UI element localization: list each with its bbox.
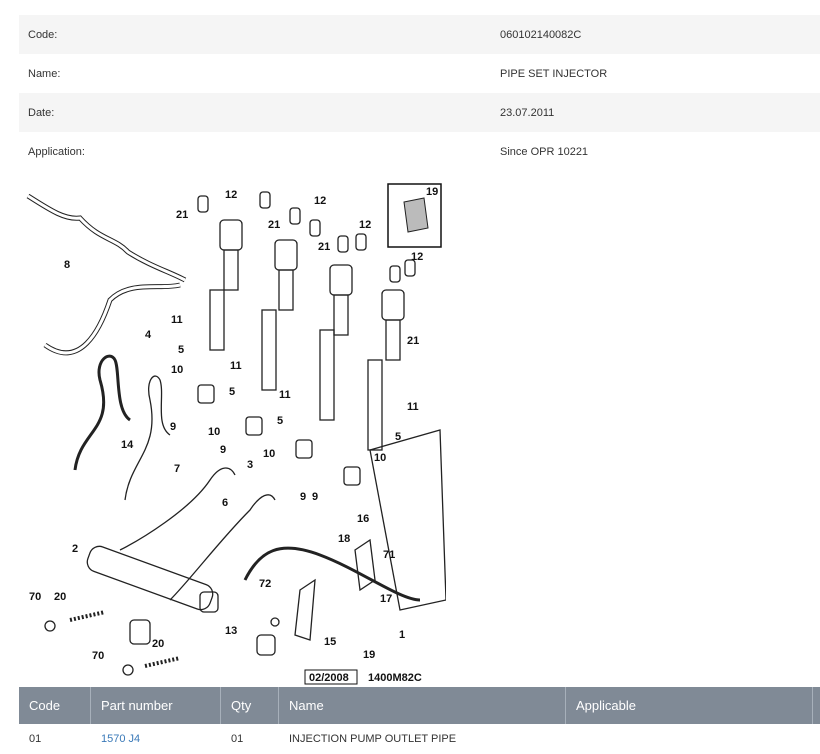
inset-callout: 19: [426, 186, 438, 198]
info-value: 23.07.2011: [500, 106, 555, 119]
callout: 9: [312, 491, 318, 503]
callout: 14: [121, 439, 134, 451]
callout: 21: [176, 209, 188, 221]
diagram-ref-date: 02/2008: [309, 672, 349, 684]
table-row[interactable]: 01 1570 J4 01 INJECTION PUMP OUTLET PIPE: [19, 724, 820, 754]
callout: 10: [171, 364, 183, 376]
callout: 11: [407, 401, 419, 413]
callout: 19: [363, 649, 375, 661]
callout: 10: [263, 448, 275, 460]
cell-code: 01: [29, 733, 42, 745]
callout: 3: [247, 459, 253, 471]
info-row-name: Name: PIPE SET INJECTOR: [19, 54, 820, 93]
cell-qty: 01: [231, 733, 244, 745]
callout: 21: [318, 241, 330, 253]
callout: 71: [383, 549, 395, 561]
callout: 15: [324, 636, 336, 648]
callout: 10: [374, 452, 386, 464]
info-label: Date:: [28, 106, 55, 119]
col-header-part-number[interactable]: Part number: [91, 687, 221, 724]
callout: 18: [338, 533, 350, 545]
callout: 5: [277, 415, 283, 427]
callout: 8: [64, 259, 70, 271]
callout: 12: [225, 189, 237, 201]
callout: 2: [72, 543, 78, 555]
callout: 11: [279, 389, 291, 401]
callout: 70: [92, 650, 104, 662]
callout: 17: [380, 593, 392, 605]
callouts: 12 12 12 12 21 21 21 21 8 4 11 11 11 11 …: [29, 189, 423, 662]
callout: 16: [357, 513, 369, 525]
callout: 6: [222, 497, 228, 509]
callout: 7: [174, 463, 180, 475]
callout: 20: [54, 591, 66, 603]
col-header-applicable[interactable]: Applicable: [566, 687, 813, 724]
callout: 21: [268, 219, 280, 231]
callout: 9: [300, 491, 306, 503]
parts-table: Code Part number Qty Name Applicable 01 …: [19, 687, 820, 754]
col-header-code[interactable]: Code: [19, 687, 91, 724]
callout: 5: [229, 386, 235, 398]
callout: 9: [170, 421, 176, 433]
diagram-svg: 19 12 12 12 12 21 21 21 21 8 4 11 11 11 …: [26, 183, 447, 685]
parts-table-header: Code Part number Qty Name Applicable: [19, 687, 820, 724]
callout: 11: [171, 314, 183, 326]
callout: 70: [29, 591, 41, 603]
callout: 20: [152, 638, 164, 650]
info-label: Application:: [28, 145, 85, 158]
info-value: 060102140082C: [500, 28, 582, 41]
info-row-code: Code: 060102140082C: [19, 15, 820, 54]
callout: 10: [208, 426, 220, 438]
callout: 9: [220, 444, 226, 456]
callout: 13: [225, 625, 237, 637]
callout: 21: [407, 335, 419, 347]
callout: 5: [395, 431, 401, 443]
callout: 11: [230, 360, 242, 372]
info-table: Code: 060102140082C Name: PIPE SET INJEC…: [19, 15, 820, 171]
callout: 12: [314, 195, 326, 207]
callout: 72: [259, 578, 271, 590]
info-row-date: Date: 23.07.2011: [19, 93, 820, 132]
info-label: Code:: [28, 28, 58, 41]
callout: 12: [359, 219, 371, 231]
info-row-application: Application: Since OPR 10221: [19, 132, 820, 171]
cell-name: INJECTION PUMP OUTLET PIPE: [289, 733, 457, 745]
callout: 4: [145, 329, 152, 341]
diagram-ref-code: 1400M82C: [368, 672, 422, 684]
col-header-name[interactable]: Name: [279, 687, 566, 724]
part-number-link[interactable]: 1570 J4: [91, 733, 221, 745]
callout: 1: [399, 629, 405, 641]
info-label: Name:: [28, 67, 61, 80]
exploded-parts-diagram: 19 12 12 12 12 21 21 21 21 8 4 11 11 11 …: [20, 180, 447, 686]
col-header-qty[interactable]: Qty: [221, 687, 279, 724]
callout: 12: [411, 251, 423, 263]
info-value: PIPE SET INJECTOR: [500, 67, 608, 80]
callout: 5: [178, 344, 184, 356]
info-value: Since OPR 10221: [500, 145, 589, 158]
